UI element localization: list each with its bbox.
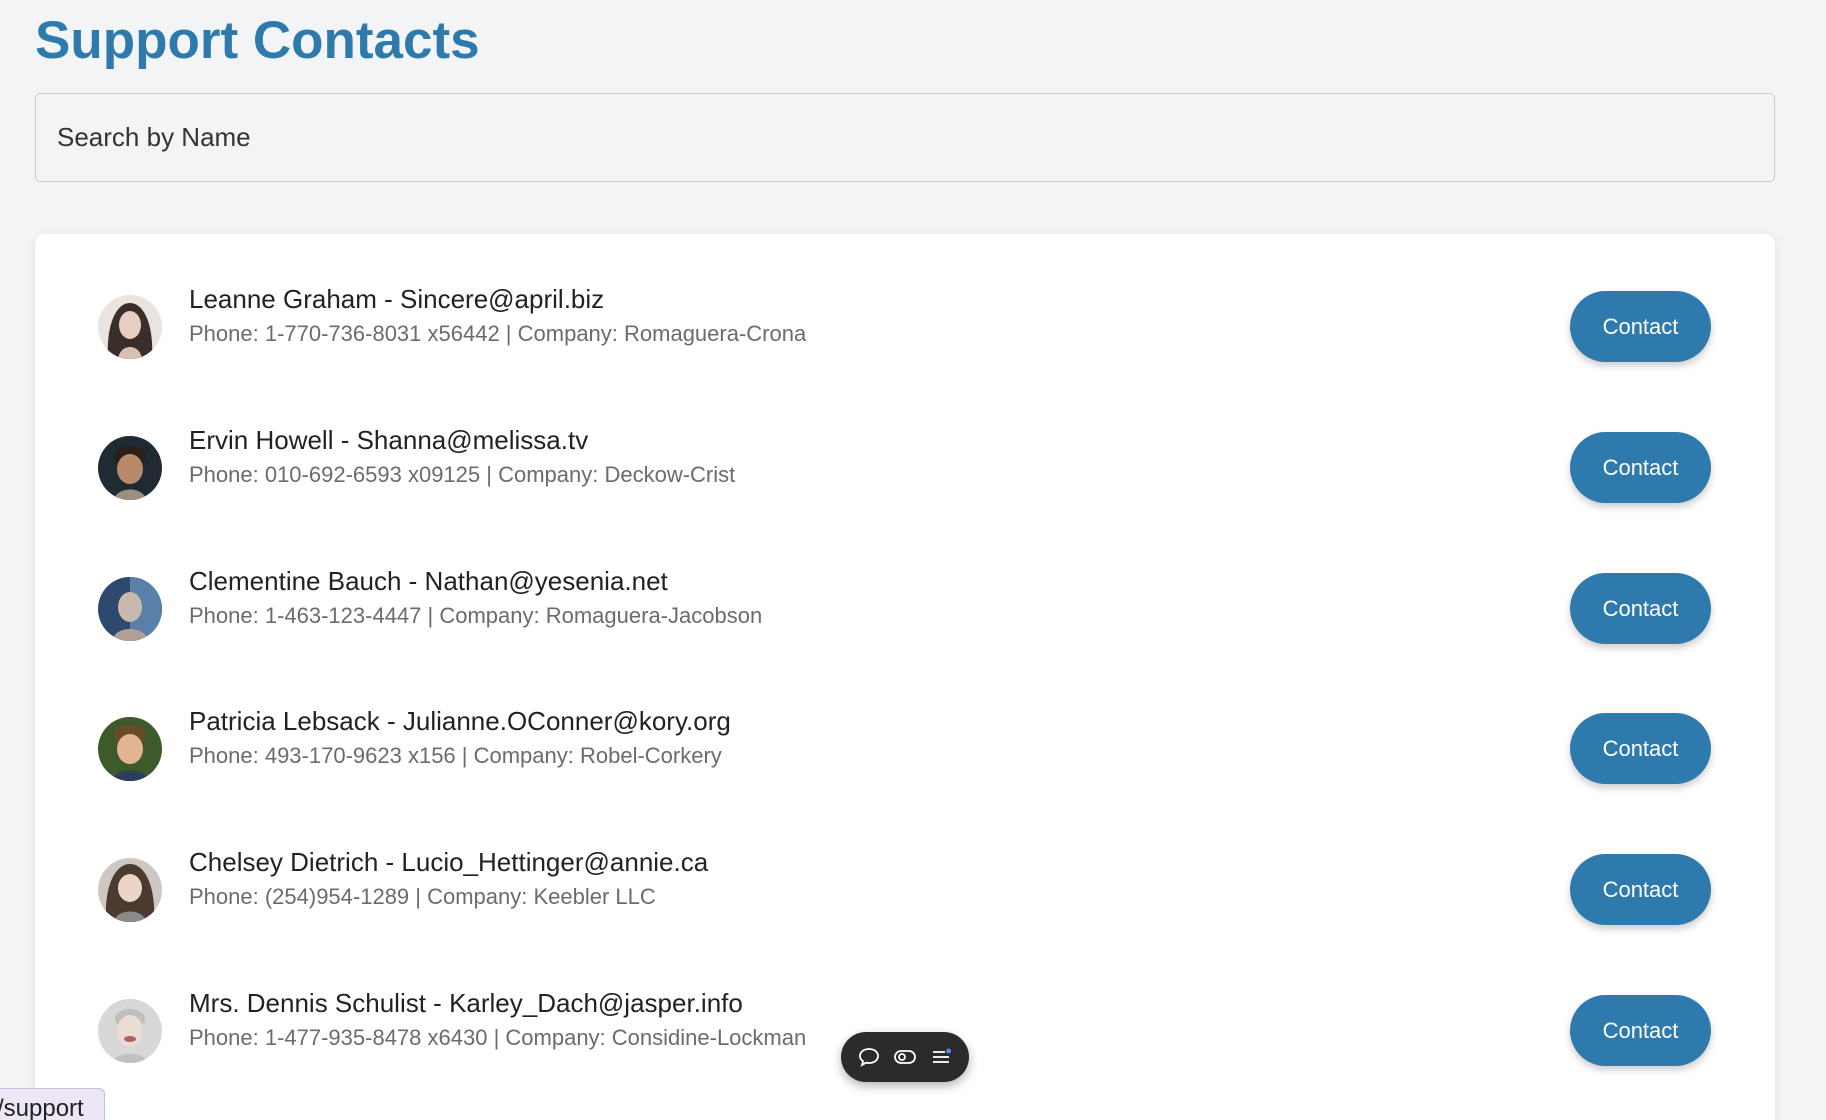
avatar <box>98 717 162 781</box>
contact-name: Mrs. Dennis Schulist - Karley_Dach@jaspe… <box>189 988 743 1018</box>
contact-details: Phone: 1-770-736-8031 x56442 | Company: … <box>189 321 807 346</box>
list-item: Leanne Graham - Sincere@april.biz Phone:… <box>35 267 1775 387</box>
page-title: Support Contacts <box>35 11 480 70</box>
avatar <box>98 436 162 500</box>
contact-details: Phone: 1-463-123-4447 | Company: Romague… <box>189 603 763 628</box>
contact-button[interactable]: Contact <box>1570 995 1711 1066</box>
contact-button[interactable]: Contact <box>1570 573 1711 644</box>
contact-name: Clementine Bauch - Nathan@yesenia.net <box>189 566 668 596</box>
page: Support Contacts Leanne Graham - Sincere… <box>0 0 1826 1120</box>
contact-details: Phone: 493-170-9623 x156 | Company: Robe… <box>189 743 722 768</box>
route-tag: /support <box>0 1088 105 1120</box>
list-icon[interactable] <box>928 1044 954 1070</box>
contact-details: Phone: (254)954-1289 | Company: Keebler … <box>189 884 656 909</box>
contact-details: Phone: 010-692-6593 x09125 | Company: De… <box>189 462 736 487</box>
contact-name: Chelsey Dietrich - Lucio_Hettinger@annie… <box>189 847 709 877</box>
avatar <box>98 295 162 359</box>
contact-button[interactable]: Contact <box>1570 854 1711 925</box>
list-item: Chelsey Dietrich - Lucio_Hettinger@annie… <box>35 830 1775 950</box>
avatar <box>98 577 162 641</box>
contact-button[interactable]: Contact <box>1570 291 1711 362</box>
search-input[interactable] <box>35 93 1775 182</box>
list-item: Patricia Lebsack - Julianne.OConner@kory… <box>35 689 1775 809</box>
floating-toolbar <box>841 1032 969 1082</box>
contacts-card: Leanne Graham - Sincere@april.biz Phone:… <box>35 234 1775 1120</box>
contact-button[interactable]: Contact <box>1570 432 1711 503</box>
avatar <box>98 858 162 922</box>
contact-details: Phone: 1-477-935-8478 x6430 | Company: C… <box>189 1025 807 1050</box>
chat-bubble-icon[interactable] <box>856 1044 882 1070</box>
list-item: Ervin Howell - Shanna@melissa.tv Phone: … <box>35 408 1775 528</box>
contact-name: Ervin Howell - Shanna@melissa.tv <box>189 425 589 455</box>
contact-name: Leanne Graham - Sincere@april.biz <box>189 284 605 314</box>
avatar <box>98 999 162 1063</box>
contact-button[interactable]: Contact <box>1570 713 1711 784</box>
list-item: Clementine Bauch - Nathan@yesenia.net Ph… <box>35 549 1775 669</box>
toggle-icon[interactable] <box>892 1044 918 1070</box>
contact-name: Patricia Lebsack - Julianne.OConner@kory… <box>189 706 731 736</box>
